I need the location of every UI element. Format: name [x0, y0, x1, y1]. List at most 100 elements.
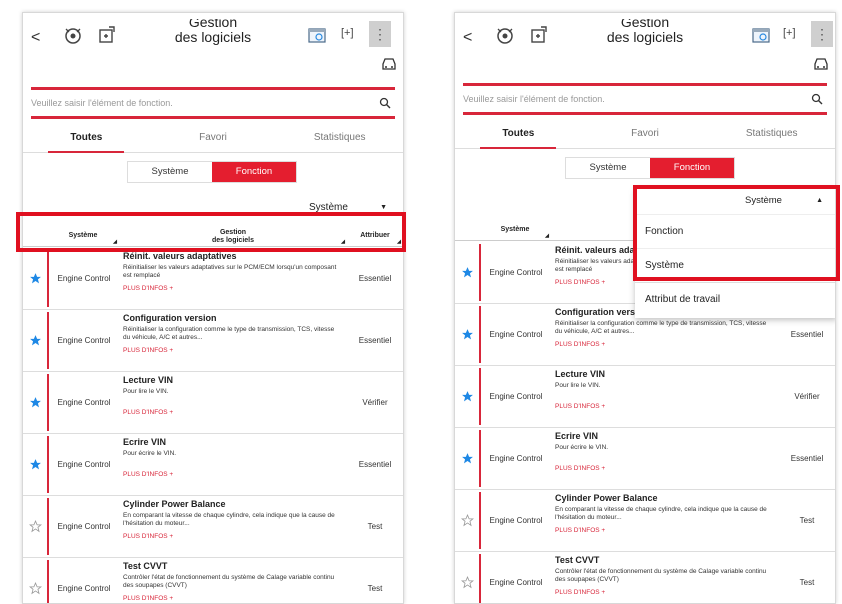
row-function-name: Cylinder Power Balance: [555, 493, 658, 503]
search-icon[interactable]: [811, 93, 823, 105]
more-info-link[interactable]: PLUS D'INFOS +: [123, 347, 343, 354]
car-icon[interactable]: [813, 57, 829, 71]
tab-all[interactable]: Toutes: [23, 123, 150, 153]
more-menu-button[interactable]: ⋮: [811, 21, 833, 47]
star-outline-icon[interactable]: [455, 490, 479, 551]
table-row[interactable]: Engine Control Lecture VIN Pour lire le VI…: [23, 372, 403, 434]
more-info-link[interactable]: PLUS D'INFOS +: [123, 409, 343, 416]
star-outline-icon[interactable]: [455, 552, 479, 603]
row-info: Lecture VIN Pour lire le VIN. PLUS D'INFOS…: [551, 366, 779, 427]
column-header-attribute[interactable]: Attribuer: [347, 225, 403, 246]
row-info: Configuration version Réinitialiser la co…: [119, 310, 347, 371]
toggle-system[interactable]: Système: [128, 162, 212, 182]
more-info-link[interactable]: PLUS D'INFOS +: [123, 595, 343, 602]
row-function-name: Ecrire VIN: [123, 437, 167, 447]
diagnostic-icon[interactable]: [63, 25, 83, 45]
screen-right: < Gestion des logiciels [+] ⋮ Veuillez s…: [454, 12, 836, 604]
back-icon[interactable]: <: [463, 29, 472, 47]
dropdown-option-work-attribute[interactable]: Attribut de travail: [635, 282, 835, 316]
tab-favorites[interactable]: Favori: [582, 119, 709, 148]
more-info-link[interactable]: PLUS D'INFOS +: [123, 285, 343, 292]
sort-dropdown-value: Système: [745, 195, 782, 206]
row-system: Engine Control: [57, 336, 111, 345]
more-info-link[interactable]: PLUS D'INFOS +: [555, 403, 775, 410]
row-function-name: Lecture VIN: [123, 375, 174, 385]
dropdown-option-function[interactable]: Fonction: [635, 214, 835, 248]
toggle-system[interactable]: Système: [566, 158, 650, 178]
calendar-icon[interactable]: [751, 25, 771, 45]
table-row[interactable]: Engine Control Ecrire VIN Pour écrire le V…: [23, 434, 403, 496]
column-header-name[interactable]: Gestion des logiciels: [119, 225, 347, 246]
row-description: En comparant la vitesse de chaque cylind…: [555, 506, 767, 521]
column-header-name-line2: des logiciels: [211, 237, 255, 244]
row-description: Contrôler l'état de fonctionnement du sy…: [555, 568, 767, 583]
expand-icon[interactable]: [+]: [783, 27, 796, 39]
more-info-link[interactable]: PLUS D'INFOS +: [123, 533, 343, 540]
sort-dropdown[interactable]: Système ▼: [309, 197, 393, 219]
search-input[interactable]: [463, 86, 827, 112]
column-header-system[interactable]: Système: [479, 219, 551, 240]
row-attribute: Essentiel: [358, 274, 392, 283]
vehicle-list-icon[interactable]: [529, 25, 549, 45]
column-header-name-line1: Gestion: [219, 229, 247, 236]
tab-favorites[interactable]: Favori: [150, 123, 277, 152]
row-info: Cylinder Power Balance En comparant la vi…: [119, 496, 347, 557]
row-attribute: Vérifier: [362, 398, 388, 407]
tab-all[interactable]: Toutes: [455, 119, 582, 149]
table-row[interactable]: Engine Control Ecrire VIN Pour écrire le V…: [455, 428, 835, 490]
top-bar: < Gestion des logiciels [+] ⋮: [23, 13, 403, 70]
dropdown-option-system[interactable]: Système: [635, 248, 835, 282]
tab-statistics[interactable]: Statistiques: [708, 119, 835, 148]
star-filled-icon[interactable]: [455, 242, 479, 303]
star-filled-icon[interactable]: [23, 372, 47, 433]
star-outline-icon[interactable]: [23, 558, 47, 603]
back-icon[interactable]: <: [31, 29, 40, 47]
row-system: Engine Control: [57, 460, 111, 469]
star-filled-icon[interactable]: [23, 310, 47, 371]
column-header-system[interactable]: Système: [47, 225, 119, 246]
tab-statistics[interactable]: Statistiques: [276, 123, 403, 152]
row-info: Ecrire VIN Pour écrire le VIN. PLUS D'INFO…: [119, 434, 347, 495]
more-info-link[interactable]: PLUS D'INFOS +: [555, 527, 775, 534]
row-description: Pour écrire le VIN.: [555, 444, 609, 451]
table-row[interactable]: Engine Control Lecture VIN Pour lire le VI…: [455, 366, 835, 428]
row-system: Engine Control: [489, 392, 543, 401]
search-input[interactable]: [31, 90, 395, 116]
table-row[interactable]: Engine Control Configuration version Réini…: [23, 310, 403, 372]
table-row[interactable]: Engine Control Test CVVT Contrôler l'état …: [455, 552, 835, 603]
star-filled-icon[interactable]: [455, 366, 479, 427]
row-info: Test CVVT Contrôler l'état de fonctionnem…: [551, 552, 779, 603]
row-function-name: Cylinder Power Balance: [123, 499, 226, 509]
table-row[interactable]: Engine Control Cylinder Power Balance En c…: [23, 496, 403, 558]
more-info-link[interactable]: PLUS D'INFOS +: [555, 589, 775, 596]
row-description: Pour écrire le VIN.: [123, 450, 177, 457]
calendar-icon[interactable]: [307, 25, 327, 45]
sort-dropdown[interactable]: Système ▲: [635, 188, 835, 214]
star-filled-icon[interactable]: [23, 434, 47, 495]
expand-icon[interactable]: [+]: [341, 27, 354, 39]
more-info-link[interactable]: PLUS D'INFOS +: [555, 341, 775, 348]
page-title-line2: des logiciels: [174, 29, 252, 45]
screen-left: < Gestion des logiciels [+] ⋮ Veuillez s…: [22, 12, 404, 604]
table-row[interactable]: Engine Control Réinit. valeurs adaptative…: [23, 248, 403, 310]
vehicle-list-icon[interactable]: [97, 25, 117, 45]
toggle-function[interactable]: Fonction: [212, 162, 296, 182]
car-icon[interactable]: [381, 57, 397, 71]
row-system: Engine Control: [489, 330, 543, 339]
diagnostic-icon[interactable]: [495, 25, 515, 45]
toggle-function[interactable]: Fonction: [650, 158, 734, 178]
search-icon[interactable]: [379, 97, 391, 109]
more-menu-button[interactable]: ⋮: [369, 21, 391, 47]
star-filled-icon[interactable]: [455, 304, 479, 365]
row-description: En comparant la vitesse de chaque cylind…: [123, 512, 335, 527]
star-filled-icon[interactable]: [23, 248, 47, 309]
row-info: Lecture VIN Pour lire le VIN. PLUS D'INFOS…: [119, 372, 347, 433]
star-filled-icon[interactable]: [455, 428, 479, 489]
table-row[interactable]: Engine Control Test CVVT Contrôler l'état …: [23, 558, 403, 603]
more-info-link[interactable]: PLUS D'INFOS +: [123, 471, 343, 478]
more-info-link[interactable]: PLUS D'INFOS +: [555, 465, 775, 472]
star-outline-icon[interactable]: [23, 496, 47, 557]
table-row[interactable]: Engine Control Cylinder Power Balance En c…: [455, 490, 835, 552]
row-function-name: Réinit. valeurs adaptatives: [123, 251, 237, 261]
row-system: Engine Control: [489, 454, 543, 463]
